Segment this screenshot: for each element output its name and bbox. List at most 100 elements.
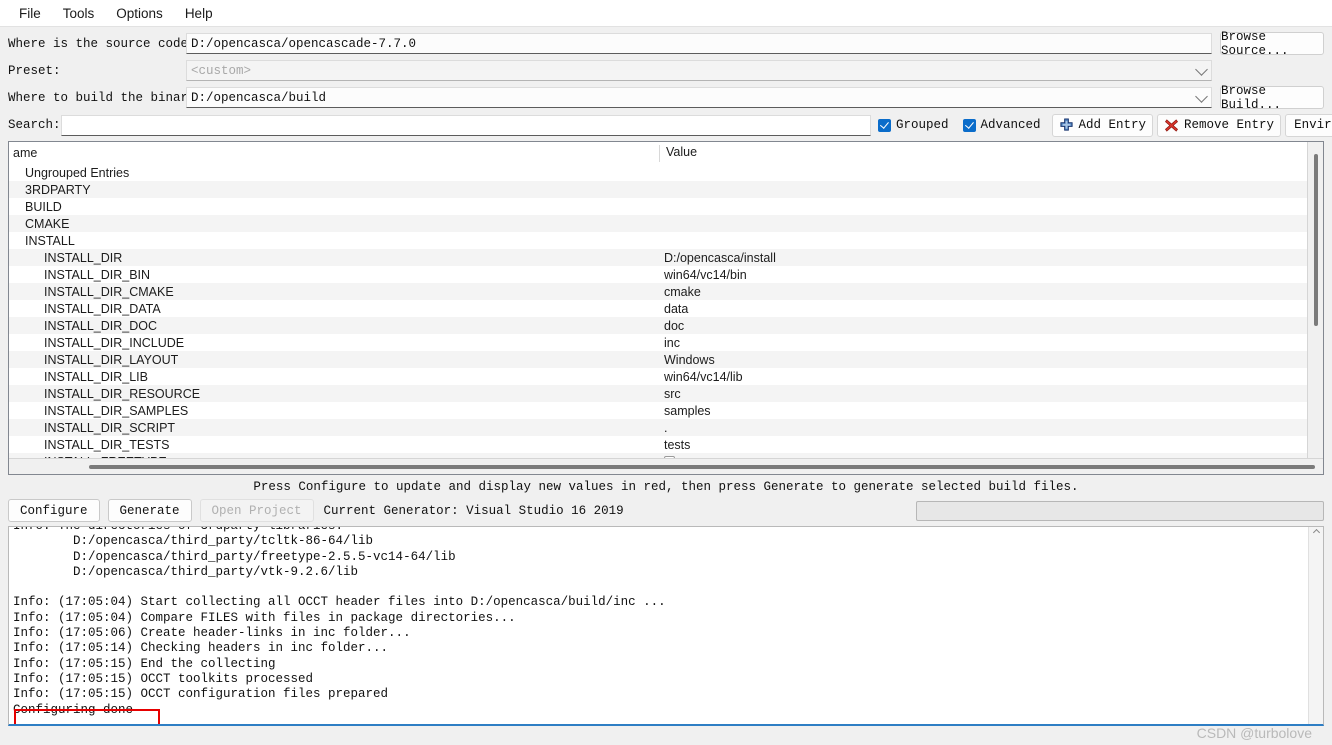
table-row[interactable]: 3RDPARTY [9, 181, 1307, 198]
table-row[interactable]: INSTALL_DIR_BIN win64/vc14/bin [9, 266, 1307, 283]
menu-item-file[interactable]: File [8, 3, 52, 24]
log-line: Info: (17:05:15) OCCT toolkits processed [13, 671, 314, 686]
table-row[interactable]: INSTALL_DIR_DATA data [9, 300, 1307, 317]
cell-value[interactable]: samples [659, 404, 1307, 418]
column-header-name[interactable]: ame [9, 146, 659, 160]
scroll-up-arrow-icon[interactable] [1312, 528, 1321, 537]
add-entry-label: Add Entry [1078, 118, 1147, 132]
cell-name: INSTALL_DIR_DOC [44, 318, 157, 333]
table-row[interactable]: CMAKE [9, 215, 1307, 232]
browse-source-button[interactable]: Browse Source... [1220, 30, 1324, 58]
table-scroll-area: ame Value Ungrouped Entries 3RDPARTY BUILD… [9, 142, 1323, 458]
log-line: Info: (17:05:14) Checking headers in inc… [13, 641, 389, 656]
table-main: ame Value Ungrouped Entries 3RDPARTY BUILD… [9, 142, 1307, 458]
checkbox-checked-icon [962, 118, 976, 132]
source-code-input[interactable]: D:/opencasca/opencascade-7.7.0 [186, 33, 1212, 54]
advanced-checkbox[interactable]: Advanced [956, 118, 1048, 132]
cache-entries-table: ame Value Ungrouped Entries 3RDPARTY BUILD… [8, 141, 1324, 475]
cell-value[interactable]: src [659, 387, 1307, 401]
table-row[interactable]: INSTALL_DIR D:/opencasca/install [9, 249, 1307, 266]
remove-x-icon [1164, 118, 1179, 133]
cell-name: INSTALL_DIR_SAMPLES [44, 403, 189, 418]
table-row[interactable]: INSTALL_DIR_LAYOUT Windows [9, 351, 1307, 368]
search-input[interactable] [61, 114, 871, 136]
environment-button[interactable]: Environment... [1285, 113, 1332, 137]
log-line: D:/opencasca/third_party/vtk-9.2.6/lib [13, 564, 359, 579]
table-row[interactable]: INSTALL_DIR_DOC doc [9, 317, 1307, 334]
cell-name: INSTALL_DIR_INCLUDE [44, 335, 185, 350]
cell-name: INSTALL_DIR_SCRIPT [44, 420, 176, 435]
log-vertical-scrollbar[interactable] [1308, 527, 1323, 724]
cell-value[interactable]: win64/vc14/bin [659, 268, 1307, 282]
cell-value[interactable]: doc [659, 319, 1307, 333]
log-line: D:/opencasca/third_party/tcltk-86-64/lib [13, 534, 374, 549]
cell-name: INSTALL_DIR_LIB [44, 369, 148, 384]
build-dir-row: Where to build the binaries: D:/opencasc… [0, 84, 1332, 112]
watermark-label: CSDN @turbolove [1196, 725, 1312, 741]
grouped-checkbox[interactable]: Grouped [871, 118, 956, 132]
add-entry-button[interactable]: Add Entry [1051, 113, 1154, 137]
log-line: D:/opencasca/third_party/freetype-2.5.5-… [13, 549, 456, 564]
scrollbar-thumb[interactable] [89, 465, 1315, 469]
configure-button[interactable]: Configure [8, 499, 100, 522]
table-horizontal-scrollbar[interactable] [9, 458, 1323, 474]
menu-bar: File Tools Options Help [0, 0, 1332, 27]
table-header: ame Value [9, 142, 1307, 164]
cell-name: Ungrouped Entries [25, 165, 130, 180]
cell-value[interactable]: data [659, 302, 1307, 316]
scrollbar-thumb[interactable] [1314, 154, 1318, 326]
chevron-down-icon [1195, 89, 1208, 103]
menu-item-tools[interactable]: Tools [52, 3, 106, 24]
table-row[interactable]: INSTALL [9, 232, 1307, 249]
progress-bar [916, 500, 1324, 521]
preset-label: Preset: [8, 63, 61, 78]
log-line: Configuring done [13, 702, 134, 717]
cell-value[interactable]: win64/vc14/lib [659, 370, 1307, 384]
menu-item-options[interactable]: Options [105, 3, 174, 24]
remove-entry-button[interactable]: Remove Entry [1157, 113, 1282, 137]
cell-name: INSTALL_DIR_CMAKE [44, 284, 174, 299]
cell-name: INSTALL_DIR_RESOURCE [44, 386, 201, 401]
entry-toolbar: Grouped Advanced Add Entry Remove Entry … [871, 113, 1332, 137]
column-header-value[interactable]: Value [659, 144, 1307, 162]
open-project-button[interactable]: Open Project [199, 499, 314, 522]
cell-name: INSTALL_DIR [44, 250, 123, 265]
cell-value[interactable]: D:/opencasca/install [659, 251, 1307, 265]
generate-button[interactable]: Generate [107, 499, 192, 522]
table-row[interactable]: Ungrouped Entries [9, 164, 1307, 181]
remove-entry-label: Remove Entry [1184, 118, 1275, 132]
table-row[interactable]: INSTALL_DIR_LIB win64/vc14/lib [9, 368, 1307, 385]
action-button-row: Configure Generate Open Project Current … [0, 496, 1332, 524]
table-vertical-scrollbar[interactable] [1307, 142, 1323, 458]
table-row[interactable]: INSTALL_DIR_TESTS tests [9, 436, 1307, 453]
cell-name: BUILD [25, 199, 62, 214]
path-form: Where is the source code: D:/opencasca/o… [0, 27, 1332, 139]
table-row[interactable]: INSTALL_DIR_CMAKE cmake [9, 283, 1307, 300]
table-row[interactable]: INSTALL_DIR_SAMPLES samples [9, 402, 1307, 419]
table-row[interactable]: BUILD [9, 198, 1307, 215]
table-row[interactable]: INSTALL_DIR_RESOURCE src [9, 385, 1307, 402]
cell-value[interactable]: . [659, 421, 1307, 435]
build-dir-value: D:/opencasca/build [191, 90, 327, 105]
build-dir-combobox[interactable]: D:/opencasca/build [186, 87, 1212, 108]
cell-value[interactable]: tests [659, 438, 1307, 452]
preset-row: Preset: <custom> [0, 57, 1332, 84]
plus-icon [1059, 117, 1074, 133]
cell-value[interactable]: Windows [659, 353, 1307, 367]
browse-build-button[interactable]: Browse Build... [1220, 84, 1324, 112]
log-text[interactable]: Info: The directories of 3rdparty librar… [9, 526, 1308, 724]
configure-hint: Press Configure to update and display ne… [253, 480, 1079, 494]
current-generator-label: Current Generator: Visual Studio 16 2019 [323, 503, 624, 518]
cell-name: INSTALL_DIR_TESTS [44, 437, 170, 452]
source-code-value: D:/opencasca/opencascade-7.7.0 [191, 36, 417, 51]
cell-value[interactable]: cmake [659, 285, 1307, 299]
log-line: Info: The directories of 3rdparty librar… [13, 526, 344, 533]
menu-item-help[interactable]: Help [174, 3, 224, 24]
log-output-panel: Info: The directories of 3rdparty librar… [8, 526, 1324, 726]
grouped-label: Grouped [896, 118, 949, 132]
cell-value[interactable]: inc [659, 336, 1307, 350]
table-row[interactable]: INSTALL_DIR_INCLUDE inc [9, 334, 1307, 351]
table-row[interactable]: INSTALL_DIR_SCRIPT. [9, 419, 1307, 436]
preset-combobox[interactable]: <custom> [186, 60, 1212, 81]
